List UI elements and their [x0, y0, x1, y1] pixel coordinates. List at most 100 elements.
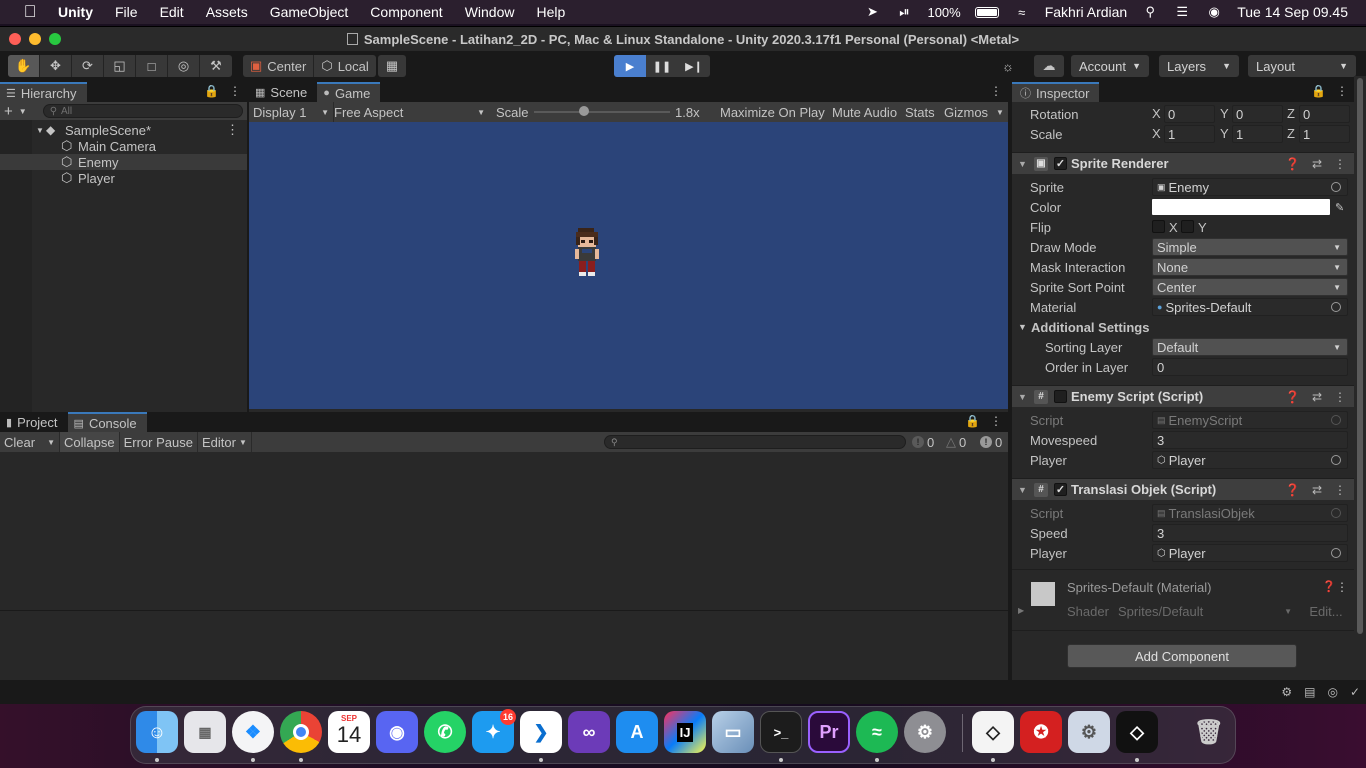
more-icon[interactable]: ⋮ [1334, 483, 1346, 497]
game-viewport[interactable] [249, 122, 1008, 409]
clock[interactable]: Tue 14 Sep 09.45 [1237, 4, 1348, 20]
object-picker-icon[interactable] [1331, 455, 1341, 465]
menu-window[interactable]: Window [465, 4, 515, 20]
preset-icon[interactable]: ⇄ [1312, 483, 1322, 497]
system-preferences-icon[interactable]: ⚙ [904, 711, 946, 753]
scale-tool-icon[interactable]: ◱ [104, 55, 136, 77]
console-divider[interactable] [0, 610, 1008, 611]
color-swatch[interactable] [1152, 199, 1330, 215]
foldout-arrow-icon[interactable]: ▼ [1018, 322, 1027, 332]
chevron-down-icon[interactable]: ▼ [19, 107, 27, 116]
help-icon[interactable]: ❓ [1322, 580, 1336, 593]
scale-slider-track[interactable] [534, 111, 670, 113]
debug-mode-icon[interactable]: ◎ [1327, 685, 1337, 699]
launchpad-icon[interactable]: ▦ [184, 711, 226, 753]
lock-icon[interactable]: 🔒 [965, 414, 980, 428]
rotation-y-field[interactable]: 0 [1232, 105, 1283, 123]
tab-scene[interactable]: ▦ Scene [249, 82, 317, 102]
help-icon[interactable]: ❓ [1285, 390, 1300, 404]
enabled-checkbox[interactable]: ✓ [1054, 157, 1067, 170]
preset-icon[interactable]: ⇄ [1312, 157, 1322, 171]
tab-project[interactable]: ▮ Project [0, 412, 68, 432]
unity-icon[interactable]: ◇ [1116, 711, 1158, 753]
more-icon[interactable]: ⋮ [1334, 157, 1346, 171]
trash-icon[interactable]: 🗑 [1188, 711, 1230, 753]
move-tool-icon[interactable]: ✥ [40, 55, 72, 77]
transform-tool-icon[interactable]: ◎ [168, 55, 200, 77]
siri-icon[interactable]: ◉ [1205, 4, 1223, 19]
speed-field[interactable]: 3 [1152, 524, 1348, 542]
apple-icon[interactable]:  [20, 2, 40, 22]
editor-dropdown[interactable]: Editor ▼ [198, 432, 252, 452]
menu-app-unity[interactable]: Unity [58, 4, 93, 20]
list-item[interactable]: ⬡ Enemy [0, 154, 247, 170]
log-count-toggle[interactable]: ! 0 [912, 432, 934, 452]
additional-settings-row[interactable]: ▼ Additional Settings [1012, 318, 1354, 336]
tab-console[interactable]: ▤ Console [67, 412, 147, 432]
clear-button[interactable]: Clear ▼ [0, 432, 60, 452]
settings-gear-icon[interactable]: ⚙ [1068, 711, 1110, 753]
terminal-icon[interactable]: >_ [760, 711, 802, 753]
add-component-button[interactable]: Add Component [1067, 644, 1297, 668]
stats-button[interactable]: Stats [905, 102, 935, 122]
menu-file[interactable]: File [115, 4, 138, 20]
sort-point-dropdown[interactable]: Center ▼ [1152, 278, 1348, 296]
object-picker-icon[interactable] [1331, 302, 1341, 312]
rotation-z-field[interactable]: 0 [1299, 105, 1350, 123]
add-icon[interactable]: + [4, 103, 13, 120]
list-item[interactable]: ⬡ Player [0, 170, 247, 186]
visual-studio-icon[interactable]: ∞ [568, 711, 610, 753]
pivot-local-button[interactable]: ⬡ Local [314, 55, 375, 77]
help-icon[interactable]: ❓ [1285, 157, 1300, 171]
more-icon[interactable]: ⋮ [990, 414, 1002, 428]
rotate-tool-icon[interactable]: ⟳ [72, 55, 104, 77]
object-picker-icon[interactable] [1331, 548, 1341, 558]
foldout-arrow-icon[interactable]: ▼ [1018, 485, 1027, 495]
sprite-field[interactable]: ▣ Enemy [1152, 178, 1348, 196]
expand-arrow-icon[interactable]: ▼ [36, 126, 44, 135]
shader-dropdown[interactable]: Sprites/Default ▼ [1116, 602, 1298, 620]
app-store-icon[interactable]: A [616, 711, 658, 753]
eyedropper-icon[interactable]: ✎ [1335, 201, 1344, 214]
vscode-icon[interactable]: ❯ [520, 711, 562, 753]
whatsapp-icon[interactable]: ✆ [424, 711, 466, 753]
calendar-icon[interactable]: SEP 14 [328, 711, 370, 753]
intellij-icon[interactable]: IJ [664, 711, 706, 753]
menu-assets[interactable]: Assets [206, 4, 248, 20]
movespeed-field[interactable]: 3 [1152, 431, 1348, 449]
scale-slider-handle[interactable] [579, 106, 589, 116]
cache-server-icon[interactable]: ▤ [1304, 685, 1315, 699]
rect-tool-icon[interactable]: □ [136, 55, 168, 77]
more-icon[interactable]: ⋮ [1336, 580, 1348, 594]
finder-icon[interactable]: ☺ [136, 711, 178, 753]
translasi-script-header[interactable]: ▼ # ✓ Translasi Objek (Script) ❓ ⇄ ⋮ [1012, 478, 1354, 500]
premiere-icon[interactable]: Pr [808, 711, 850, 753]
layout-dropdown[interactable]: Layout ▼ [1248, 55, 1356, 77]
foldout-arrow-icon[interactable]: ▶ [1018, 606, 1024, 615]
play-button[interactable]: ▶ [614, 55, 646, 77]
menu-edit[interactable]: Edit [160, 4, 184, 20]
lock-icon[interactable]: 🔒 [1311, 84, 1326, 98]
user-name[interactable]: Fakhri Ardian [1045, 4, 1127, 20]
object-picker-icon[interactable] [1331, 182, 1341, 192]
custom-tool-icon[interactable]: ⚒ [200, 55, 232, 77]
lock-icon[interactable]: 🔒 [204, 84, 219, 98]
scene-row[interactable]: ▼ ◆ SampleScene* ⋮ [0, 122, 247, 138]
safari-icon[interactable]: ❖ [232, 711, 274, 753]
sorting-layer-dropdown[interactable]: Default ▼ [1152, 338, 1348, 356]
auto-generate-lighting-icon[interactable]: ✓ [1350, 685, 1360, 699]
discord-icon[interactable]: ◉ [376, 711, 418, 753]
gizmos-button[interactable]: Gizmos [944, 102, 988, 122]
enemy-script-header[interactable]: ▼ # Enemy Script (Script) ❓ ⇄ ⋮ [1012, 385, 1354, 407]
aspect-dropdown[interactable]: Free Aspect ▼ [333, 102, 485, 122]
spotlight-search-icon[interactable]: ⚲ [1141, 4, 1159, 19]
chevron-down-icon[interactable]: ▼ [996, 102, 1004, 122]
foldout-arrow-icon[interactable]: ▼ [1018, 392, 1027, 402]
player-field[interactable]: ⬡ Player [1152, 451, 1348, 469]
more-icon[interactable]: ⋮ [990, 84, 1002, 98]
collab-icon[interactable]: ☼ [994, 55, 1022, 77]
edit-shader-button[interactable]: Edit... [1304, 602, 1348, 620]
display-dropdown[interactable]: Display 1 ▼ [253, 102, 329, 122]
player-field[interactable]: ⬡ Player [1152, 544, 1348, 562]
progress-icon[interactable]: ⚙ [1281, 685, 1292, 699]
